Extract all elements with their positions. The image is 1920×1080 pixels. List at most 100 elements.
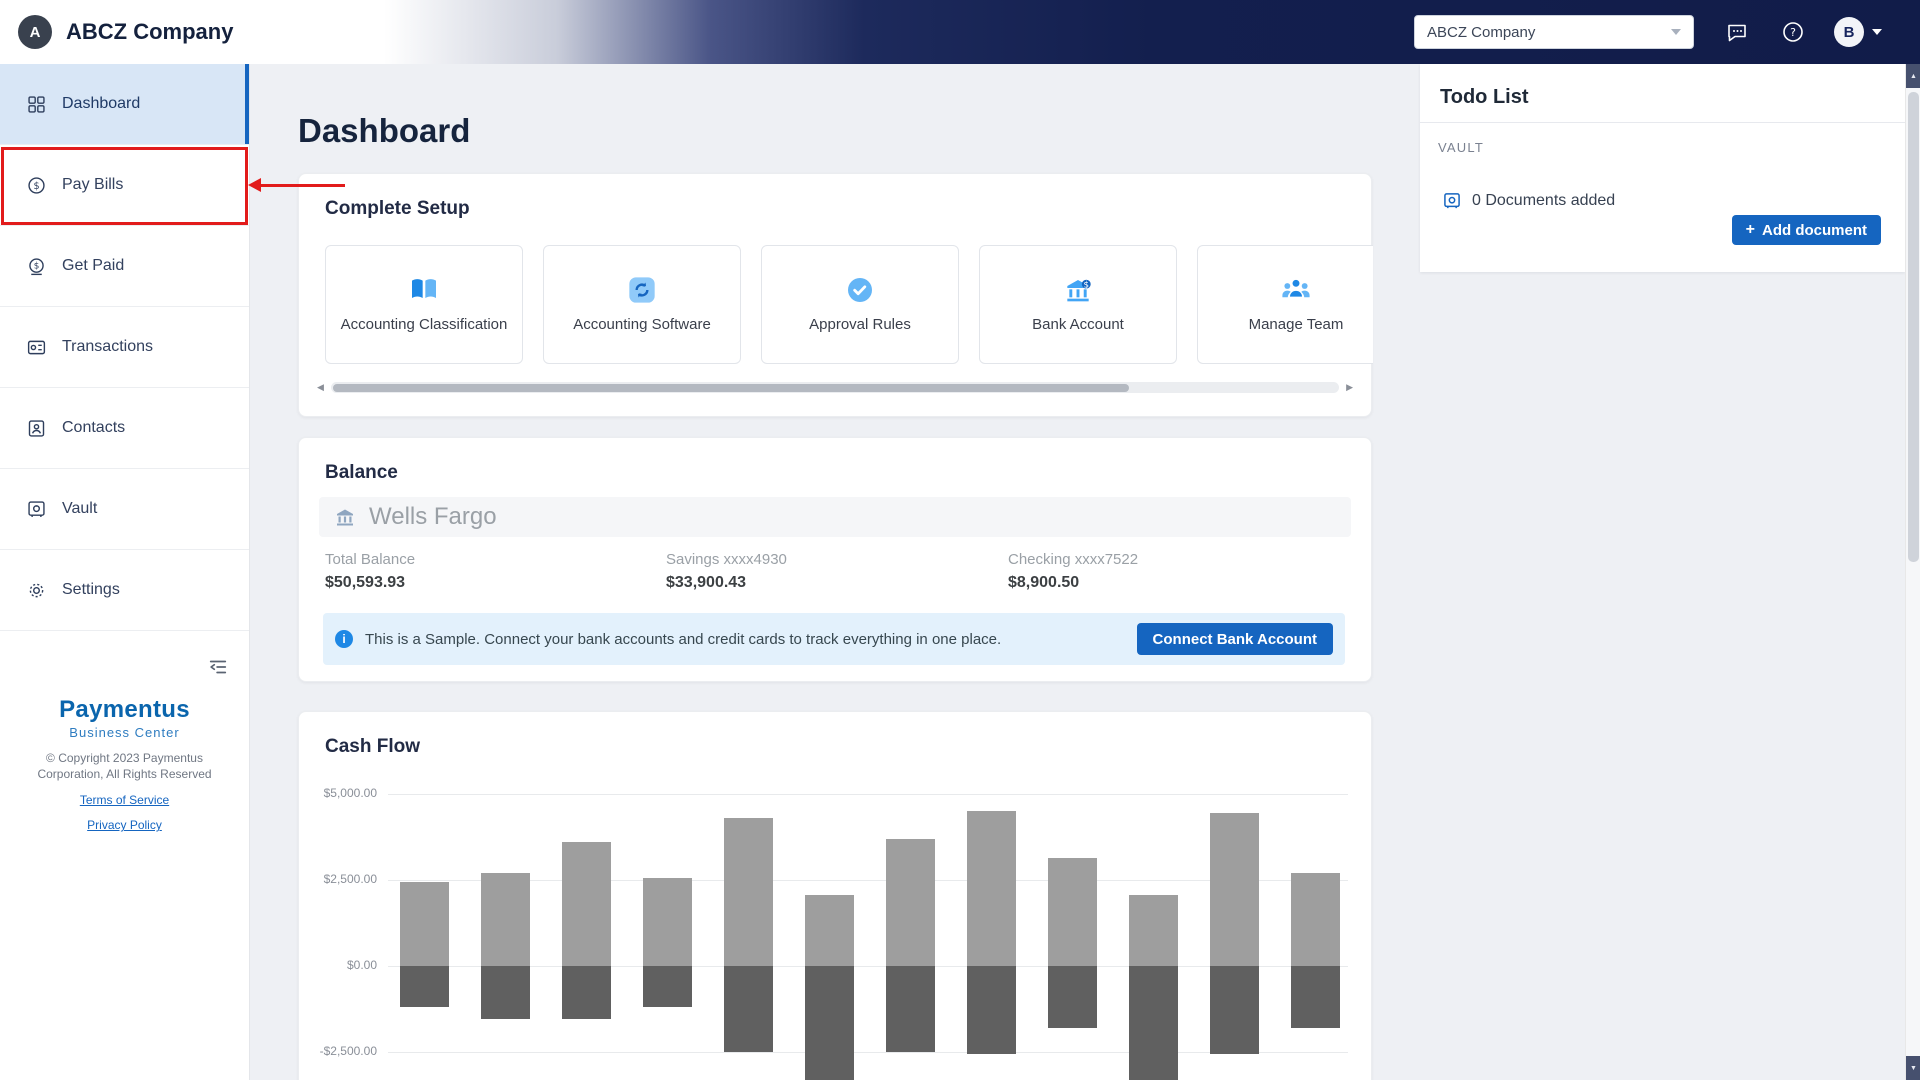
gridline xyxy=(388,880,1348,881)
tile-label: Accounting Classification xyxy=(340,316,508,334)
sidebar-item-transactions[interactable]: Transactions xyxy=(0,307,249,388)
company-select[interactable]: ABCZ Company xyxy=(1414,15,1694,49)
sidebar-item-contacts[interactable]: Contacts xyxy=(0,388,249,469)
settings-icon xyxy=(29,583,44,597)
sidebar-item-label: Settings xyxy=(62,581,120,598)
terms-of-service-link[interactable]: Terms of Service xyxy=(0,793,249,807)
cashflow-bar-out xyxy=(805,966,854,1080)
chevron-down-icon xyxy=(1671,29,1681,35)
header-left: A ABCZ Company xyxy=(18,15,233,49)
balance-label: Checking xxxx7522 xyxy=(1008,551,1139,568)
cash-flow-card: Cash Flow $5,000.00 $2,500.00 $0.00 -$2,… xyxy=(298,711,1372,1080)
info-icon: i xyxy=(335,630,353,648)
vault-section-label: VAULT xyxy=(1438,140,1484,155)
complete-setup-card: Complete Setup Accounting Classification xyxy=(298,173,1373,417)
gridline xyxy=(388,1052,1348,1053)
tile-label: Approval Rules xyxy=(809,316,911,334)
gridline xyxy=(388,966,1348,967)
checking-column: Checking xxxx7522 $8,900.50 xyxy=(1008,551,1138,592)
bank-row: Wells Fargo xyxy=(319,497,1351,537)
sidebar-item-settings[interactable]: Settings xyxy=(0,550,249,631)
balance-value: $8,900.50 xyxy=(1008,574,1080,591)
cash-flow-chart: $5,000.00 $2,500.00 $0.00 -$2,500.00 xyxy=(299,712,1371,1080)
cashflow-bar-in xyxy=(967,811,1016,966)
cashflow-bar-in xyxy=(724,818,773,966)
cashflow-bar-in xyxy=(562,842,611,966)
cashflow-bar-out xyxy=(481,966,530,1019)
cashflow-bar-out xyxy=(562,966,611,1019)
sidebar-item-label: Get Paid xyxy=(62,257,125,274)
sync-icon xyxy=(629,277,655,303)
sidebar-footer: Paymentus Business Center © Copyright 20… xyxy=(0,696,249,832)
setup-tiles-row: Accounting Classification Accounting Sof… xyxy=(325,245,1373,364)
gridline xyxy=(388,794,1348,795)
sidebar-item-vault[interactable]: Vault xyxy=(0,469,249,550)
svg-text:?: ? xyxy=(1790,26,1796,39)
balance-label: Total Balance xyxy=(325,551,416,568)
total-balance-column: Total Balance $50,593.93 xyxy=(325,551,415,592)
cashflow-bar-in xyxy=(1048,858,1097,966)
cashflow-bar-out xyxy=(886,966,935,1052)
setup-horizontal-scrollbar[interactable] xyxy=(331,382,1339,393)
y-tick-label: -$2,500.00 xyxy=(319,1044,377,1058)
tile-manage-team[interactable]: Manage Team xyxy=(1197,245,1373,364)
app-header: A ABCZ Company ABCZ Company ? B xyxy=(0,0,1920,64)
chat-icon[interactable] xyxy=(1724,19,1750,45)
team-icon xyxy=(1282,279,1310,298)
user-avatar[interactable]: B xyxy=(1834,17,1864,47)
check-badge-icon xyxy=(848,278,872,303)
scroll-right-arrow-icon[interactable]: ▶ xyxy=(1346,382,1353,393)
cashflow-bar-in xyxy=(1210,813,1259,966)
paymentus-logo: Paymentus xyxy=(59,696,190,723)
sidebar-item-pay-bills[interactable]: $ Pay Bills xyxy=(0,145,249,226)
sidebar-item-label: Contacts xyxy=(62,419,126,436)
add-document-label: Add document xyxy=(1762,221,1867,239)
cashflow-bar-in xyxy=(805,895,854,966)
scroll-down-button[interactable]: ▼ xyxy=(1906,1056,1920,1080)
balance-value: $33,900.43 xyxy=(666,574,747,591)
documents-added-text: 0 Documents added xyxy=(1472,192,1616,209)
add-document-button[interactable]: + Add document xyxy=(1731,215,1881,245)
balance-title: Balance xyxy=(325,462,398,483)
balance-card: Balance Wells Fargo Total Balance $50,59… xyxy=(298,437,1372,682)
sample-banner: i This is a Sample. Connect your bank ac… xyxy=(323,613,1345,665)
tile-accounting-classification[interactable]: Accounting Classification xyxy=(325,245,523,364)
app-root: A ABCZ Company ABCZ Company ? B Dashboar… xyxy=(0,0,1920,1080)
scrollbar-thumb[interactable] xyxy=(1908,92,1919,562)
user-menu-caret-icon[interactable] xyxy=(1872,29,1882,35)
get-paid-icon: $ xyxy=(29,257,44,275)
cashflow-bar-out xyxy=(724,966,773,1052)
vault-icon xyxy=(1444,193,1460,209)
divider xyxy=(1420,122,1905,123)
sample-note: This is a Sample. Connect your bank acco… xyxy=(365,630,1002,648)
tile-bank-account[interactable]: $ Bank Account xyxy=(979,245,1177,364)
cashflow-bar-out xyxy=(643,966,692,1007)
transactions-icon xyxy=(27,340,46,354)
tile-accounting-software[interactable]: Accounting Software xyxy=(543,245,741,364)
todo-list-title: Todo List xyxy=(1440,86,1529,108)
cashflow-bar-out xyxy=(1210,966,1259,1054)
page-scrollbar[interactable]: ▲ ▼ xyxy=(1905,64,1920,1080)
company-select-value: ABCZ Company xyxy=(1427,23,1536,41)
setup-scrollbar-thumb[interactable] xyxy=(333,383,1130,392)
cashflow-bar-in xyxy=(1291,873,1340,966)
balance-label: Savings xxxx4930 xyxy=(666,551,787,568)
sidebar-item-dashboard[interactable]: Dashboard xyxy=(0,64,249,145)
scroll-up-button[interactable]: ▲ xyxy=(1906,64,1920,88)
collapse-sidebar-button[interactable] xyxy=(207,656,231,680)
complete-setup-title: Complete Setup xyxy=(325,198,470,219)
cashflow-bar-in xyxy=(1129,895,1178,966)
cashflow-bar-in xyxy=(643,878,692,966)
plus-icon: + xyxy=(1745,221,1755,238)
connect-bank-account-button[interactable]: Connect Bank Account xyxy=(1136,623,1333,655)
company-avatar: A xyxy=(18,15,52,49)
savings-column: Savings xxxx4930 $33,900.43 xyxy=(666,551,787,592)
balance-value: $50,593.93 xyxy=(325,574,406,591)
bank-icon: $ xyxy=(1067,279,1091,302)
vault-icon xyxy=(28,500,45,517)
scroll-left-arrow-icon[interactable]: ◀ xyxy=(317,382,324,393)
privacy-policy-link[interactable]: Privacy Policy xyxy=(0,818,249,832)
sidebar-item-get-paid[interactable]: $ Get Paid xyxy=(0,226,249,307)
tile-approval-rules[interactable]: Approval Rules xyxy=(761,245,959,364)
help-icon[interactable]: ? xyxy=(1780,19,1806,45)
